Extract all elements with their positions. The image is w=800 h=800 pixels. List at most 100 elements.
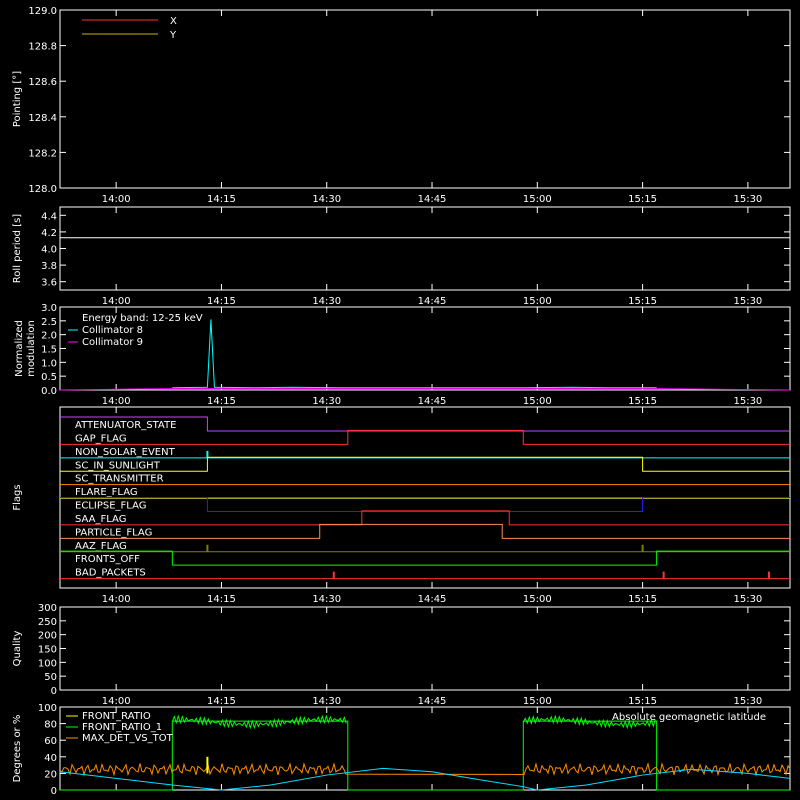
x-tick-label: 15:00 bbox=[523, 696, 552, 707]
y-tick-label: 80 bbox=[44, 720, 57, 731]
y-tick-label: 3.8 bbox=[41, 261, 57, 272]
y-tick-label: 250 bbox=[38, 617, 57, 628]
legend-label-x: X bbox=[170, 16, 177, 27]
y-axis-label: Quality bbox=[12, 631, 23, 667]
y-tick-label: 3.0 bbox=[41, 303, 57, 314]
flag-label-fronts_off: FRONTS_OFF bbox=[75, 554, 140, 565]
x-tick-label: 14:15 bbox=[207, 194, 236, 205]
flag-line-eclipse_flag bbox=[60, 497, 790, 512]
quality-frame bbox=[59, 606, 791, 691]
y-tick-label: 4.2 bbox=[41, 228, 57, 239]
x-tick-label: 14:00 bbox=[102, 194, 131, 205]
flag-label-non_solar_event: NON_SOLAR_EVENT bbox=[75, 447, 176, 458]
y-axis-label: Pointing [°] bbox=[12, 71, 23, 127]
y-axis-label: Flags bbox=[12, 484, 23, 510]
x-tick-label: 14:15 bbox=[207, 396, 236, 407]
flag-label-attenuator_state: ATTENUATOR_STATE bbox=[75, 420, 176, 431]
flag-label-bad_packets: BAD_PACKETS bbox=[75, 568, 146, 579]
y-tick-label: 128.4 bbox=[28, 113, 57, 124]
x-tick-label: 15:00 bbox=[523, 396, 552, 407]
x-tick-label: 15:15 bbox=[628, 696, 657, 707]
x-tick-label: 15:30 bbox=[733, 396, 762, 407]
x-tick-label: 14:45 bbox=[418, 696, 447, 707]
y-tick-label: 100 bbox=[38, 703, 57, 714]
legend-label-max_det_vs_tot: MAX_DET_VS_TOT bbox=[82, 733, 174, 744]
y-tick-label: 128.0 bbox=[28, 184, 57, 195]
y-tick-label: 3.6 bbox=[41, 278, 57, 289]
x-tick-label: 14:45 bbox=[418, 296, 447, 307]
x-tick-label: 14:15 bbox=[207, 594, 236, 605]
x-tick-label: 14:45 bbox=[418, 594, 447, 605]
series-collimator-8 bbox=[172, 319, 657, 389]
legend-label-front_ratio_1: FRONT_RATIO_1 bbox=[82, 722, 162, 733]
x-tick-label: 14:30 bbox=[312, 194, 341, 205]
y-tick-label: 128.6 bbox=[28, 77, 57, 88]
y-tick-label: 128.8 bbox=[28, 42, 57, 53]
x-tick-label: 15:00 bbox=[523, 594, 552, 605]
x-tick-label: 15:15 bbox=[628, 296, 657, 307]
y-tick-label: 100 bbox=[38, 658, 57, 669]
x-tick-label: 14:30 bbox=[312, 696, 341, 707]
flag-label-flare_flag: FLARE_FLAG bbox=[75, 487, 138, 498]
y-axis-label: modulation bbox=[26, 320, 37, 377]
front-ratio-1-noise bbox=[171, 714, 347, 730]
flag-label-aaz_flag: AAZ_FLAG bbox=[75, 541, 127, 552]
x-tick-label: 14:15 bbox=[207, 296, 236, 307]
flag-label-sc_in_sunlight: SC_IN_SUNLIGHT bbox=[75, 460, 161, 471]
y-tick-label: 2.5 bbox=[41, 317, 57, 328]
y-tick-label: 300 bbox=[38, 603, 57, 614]
x-tick-label: 15:30 bbox=[733, 594, 762, 605]
y-tick-label: 0.5 bbox=[41, 372, 57, 383]
max-det-vs-tot-line bbox=[59, 761, 791, 777]
y-tick-label: 4.0 bbox=[41, 245, 57, 256]
flag-label-gap_flag: GAP_FLAG bbox=[75, 433, 127, 444]
x-tick-label: 14:15 bbox=[207, 696, 236, 707]
y-tick-label: 1.5 bbox=[41, 345, 57, 356]
x-tick-label: 14:45 bbox=[418, 396, 447, 407]
front-ratio-1-line bbox=[60, 720, 790, 791]
flag-line-saa_flag bbox=[60, 510, 790, 526]
y-tick-label: 1.0 bbox=[41, 358, 57, 369]
x-tick-label: 15:15 bbox=[628, 396, 657, 407]
x-tick-label: 15:15 bbox=[628, 194, 657, 205]
x-tick-label: 15:30 bbox=[733, 296, 762, 307]
y-tick-label: 200 bbox=[38, 631, 57, 642]
flag-line-fronts_off bbox=[60, 550, 790, 566]
flag-line-gap_flag bbox=[60, 429, 790, 445]
legend-label-collimator-8: Collimator 8 bbox=[82, 325, 143, 336]
hessi-quicklook-chart: 128.0 128.2 128.4 128.6 128.8 129.0 14:00 14:15… bbox=[12, 6, 791, 797]
roll-frame bbox=[59, 206, 791, 291]
y-tick-label: 50 bbox=[44, 672, 57, 683]
y-tick-label: 0 bbox=[51, 786, 57, 797]
flag-label-saa_flag: SAA_FLAG bbox=[75, 514, 126, 525]
x-tick-label: 15:00 bbox=[523, 296, 552, 307]
flag-line-particle_flag bbox=[60, 523, 790, 539]
energy-band-annotation: Energy band: 12-25 keV bbox=[82, 313, 203, 324]
y-tick-label: 60 bbox=[44, 736, 57, 747]
x-tick-label: 14:30 bbox=[312, 296, 341, 307]
y-tick-label: 2.0 bbox=[41, 331, 57, 342]
flag-label-eclipse_flag: ECLIPSE_FLAG bbox=[75, 501, 146, 512]
x-tick-label: 15:15 bbox=[628, 594, 657, 605]
y-tick-label: 150 bbox=[38, 645, 57, 656]
flag-label-particle_flag: PARTICLE_FLAG bbox=[75, 527, 152, 538]
y-tick-label: 128.2 bbox=[28, 148, 57, 159]
legend-label-front_ratio: FRONT_RATIO bbox=[82, 711, 151, 722]
y-axis-label: Normalized bbox=[14, 320, 25, 377]
y-tick-label: 0 bbox=[51, 686, 57, 697]
y-tick-label: 20 bbox=[44, 769, 57, 780]
flag-label-sc_transmitter: SC_TRANSMITTER bbox=[75, 474, 164, 485]
x-tick-label: 14:30 bbox=[312, 594, 341, 605]
y-tick-label: 40 bbox=[44, 753, 57, 764]
y-axis-label: Degrees or % bbox=[12, 715, 23, 783]
y-tick-label: 4.4 bbox=[41, 211, 57, 222]
flag-line-sc_in_sunlight bbox=[60, 456, 790, 472]
legend-label-collimator-9: Collimator 9 bbox=[82, 337, 143, 348]
x-tick-label: 15:00 bbox=[523, 194, 552, 205]
y-axis-label: Roll period [s] bbox=[12, 214, 23, 283]
x-tick-label: 15:30 bbox=[733, 696, 762, 707]
x-tick-label: 14:30 bbox=[312, 396, 341, 407]
x-tick-label: 14:00 bbox=[102, 594, 131, 605]
x-tick-label: 14:00 bbox=[102, 296, 131, 307]
x-tick-label: 15:30 bbox=[733, 194, 762, 205]
